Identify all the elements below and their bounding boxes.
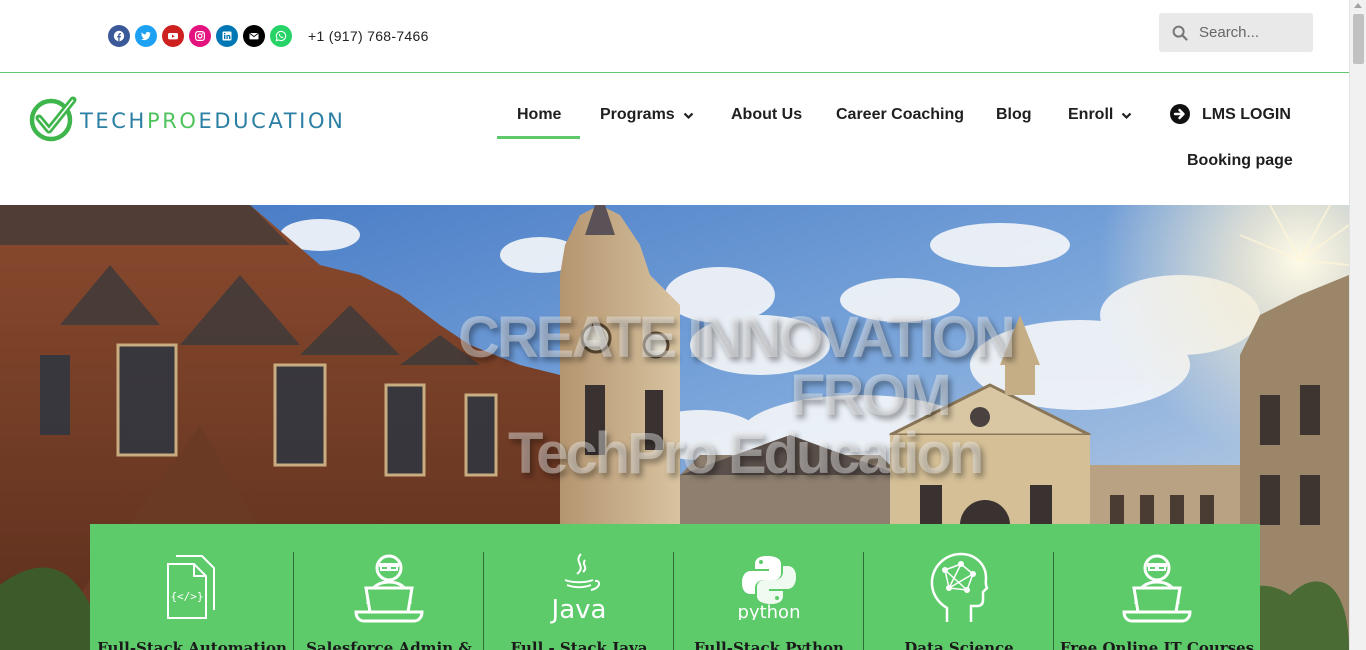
nav-programs-label: Programs (600, 106, 675, 123)
python-logo-icon: python (738, 556, 801, 620)
nav-lms-login[interactable]: LMS LOGIN (1170, 104, 1291, 124)
program-card-label: Free Online IT Courses (1059, 639, 1255, 650)
phone-number[interactable]: +1 (917) 768-7466 (308, 28, 429, 44)
nav-booking-page[interactable]: Booking page (1187, 152, 1293, 170)
program-card-label: Data Science (904, 639, 1014, 650)
program-cards: {</>} Full-Stack Automation Salesforce A… (90, 524, 1260, 650)
nav-about-us[interactable]: About Us (731, 106, 802, 124)
nav-enroll-label: Enroll (1068, 106, 1114, 123)
program-card-salesforce[interactable]: Salesforce Admin & (294, 524, 484, 650)
twitter-icon[interactable] (135, 25, 157, 47)
program-card-label: Full - Stack Java (510, 639, 648, 650)
scroll-up-arrow-icon[interactable] (1354, 3, 1362, 8)
program-card-label: Full-Stack Automation (97, 639, 287, 650)
facebook-icon[interactable] (108, 25, 130, 47)
logo-part-pro: PRO (146, 109, 199, 133)
java-logo-text: Java (550, 595, 607, 624)
youtube-icon[interactable] (162, 25, 184, 47)
brain-network-icon (930, 552, 989, 622)
program-card-free-courses[interactable]: Free Online IT Courses (1054, 524, 1260, 650)
hero-headline-line2: FROM (790, 363, 952, 428)
program-card-java[interactable]: Java Full - Stack Java (484, 524, 674, 650)
top-bar: +1 (917) 768-7466 (0, 0, 1349, 73)
nav-blog[interactable]: Blog (996, 106, 1032, 124)
nav-booking-label: Booking page (1187, 152, 1293, 169)
program-card-label: Salesforce Admin & (306, 639, 472, 650)
arrow-circle-right-icon (1170, 104, 1190, 124)
program-card-label: Full-Stack Python (694, 639, 844, 650)
logo-wordmark: TECHPROEDUCATION (80, 109, 345, 133)
nav-home[interactable]: Home (517, 106, 561, 124)
hero-headline-line1: CREATE INNOVATION (458, 305, 1016, 370)
nav-career-coaching[interactable]: Career Coaching (836, 106, 964, 124)
checkmark-logo-icon (29, 96, 77, 142)
logo-part-education: EDUCATION (198, 109, 346, 133)
nav-enroll[interactable]: Enroll (1068, 106, 1132, 124)
svg-text:{</>}: {</>} (170, 590, 203, 603)
hero-headline-line3: TechPro Education (508, 421, 984, 486)
chevron-down-icon (1122, 112, 1132, 119)
scrollbar-thumb[interactable] (1353, 14, 1364, 64)
program-card-automation[interactable]: {</>} Full-Stack Automation (90, 524, 294, 650)
nav-blog-label: Blog (996, 106, 1032, 123)
social-links (108, 25, 292, 47)
program-card-data-science[interactable]: Data Science (864, 524, 1054, 650)
vertical-scrollbar[interactable] (1349, 0, 1366, 650)
nav-career-label: Career Coaching (836, 106, 965, 123)
search-icon[interactable] (1172, 25, 1188, 41)
email-icon[interactable] (243, 25, 265, 47)
linkedin-icon[interactable] (216, 25, 238, 47)
nav-home-label: Home (517, 106, 562, 123)
search-box[interactable] (1159, 13, 1313, 52)
developer-laptop-icon (1122, 554, 1192, 623)
nav-programs[interactable]: Programs (600, 106, 694, 124)
nav-about-label: About Us (731, 106, 803, 123)
site-logo[interactable]: TECHPROEDUCATION (29, 94, 345, 144)
developer-laptop-icon (354, 554, 424, 623)
chevron-down-icon (683, 112, 693, 119)
instagram-icon[interactable] (189, 25, 211, 47)
logo-part-tech: TECH (80, 109, 147, 133)
search-input[interactable] (1199, 24, 1299, 41)
code-document-icon: {</>} (167, 555, 215, 619)
program-card-python[interactable]: python Full-Stack Python (674, 524, 864, 650)
whatsapp-icon[interactable] (270, 25, 292, 47)
nav-lms-label: LMS LOGIN (1202, 106, 1291, 123)
active-nav-indicator (497, 136, 580, 139)
site-header: TECHPROEDUCATION Home Programs About Us … (0, 74, 1349, 205)
java-logo-icon: Java (550, 553, 607, 624)
python-logo-text: python (738, 602, 801, 620)
